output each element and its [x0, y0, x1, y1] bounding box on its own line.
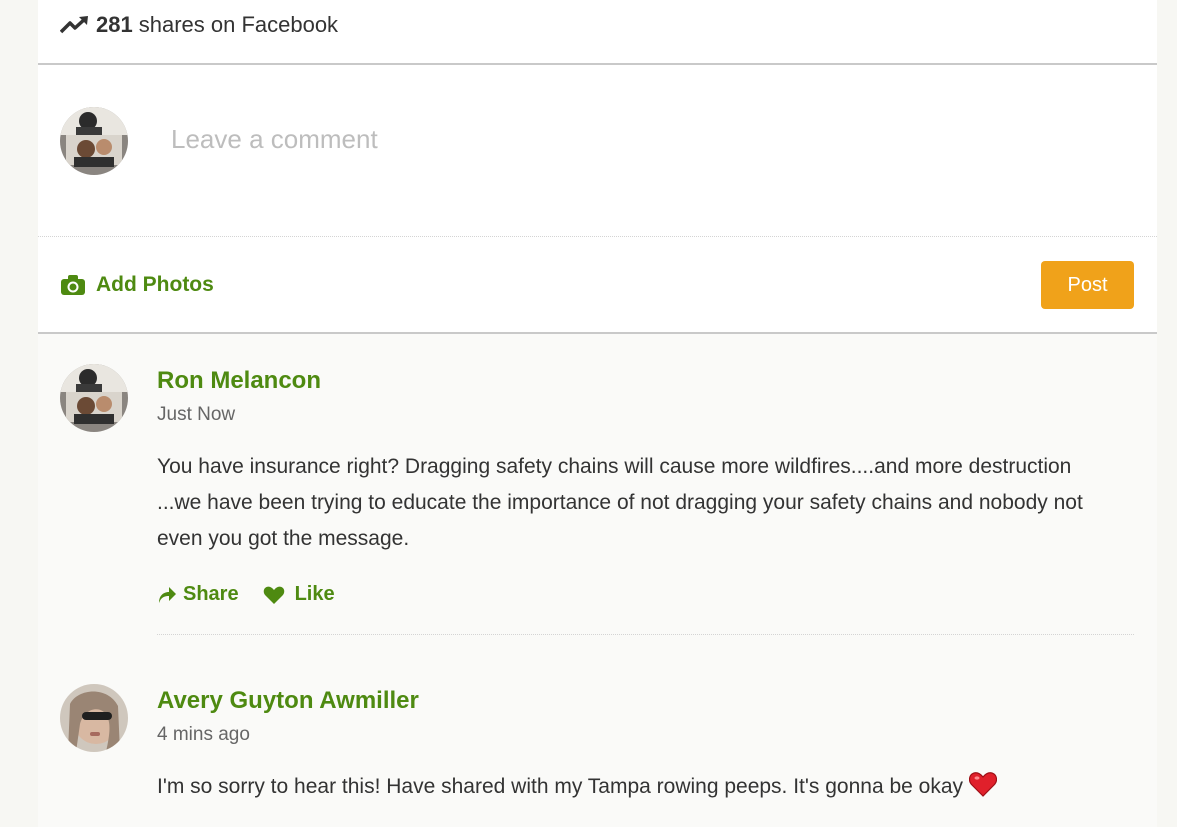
avatar[interactable] [60, 364, 128, 432]
add-photos-button[interactable]: Add Photos [60, 273, 214, 297]
share-stats: 281 shares on Facebook [60, 10, 338, 40]
share-count: 281 [96, 12, 133, 37]
add-photos-label: Add Photos [96, 273, 214, 296]
like-button[interactable]: Like [263, 583, 335, 606]
post-button[interactable]: Post [1041, 261, 1134, 309]
comments-panel: 281 shares on Facebook Leave a comment A… [38, 0, 1157, 827]
share-icon [159, 586, 176, 603]
camera-icon [61, 275, 85, 295]
like-label: Like [294, 583, 335, 605]
red-heart-emoji-icon [969, 772, 998, 797]
comment-timestamp: 4 mins ago [157, 724, 250, 745]
share-label: Share [183, 583, 239, 605]
comment-text: You have insurance right? Dragging safet… [157, 455, 1083, 550]
comment-text: I'm so sorry to hear this! Have shared w… [157, 775, 964, 798]
comment-list: Ron Melancon Just Now You have insurance… [38, 334, 1157, 827]
share-button[interactable]: Share [157, 583, 239, 606]
comment-text-wrapper: I'm so sorry to hear this! Have shared w… [157, 769, 1107, 805]
comment-composer: Add Photos Post [38, 65, 1157, 333]
divider [38, 236, 1157, 237]
trending-up-icon [60, 16, 88, 34]
comment-actions: Share Like [157, 583, 335, 606]
comment-timestamp: Just Now [157, 404, 236, 425]
current-user-avatar [60, 107, 128, 175]
comment-author[interactable]: Avery Guyton Awmiller [157, 687, 419, 715]
comment-author[interactable]: Ron Melancon [157, 367, 321, 395]
heart-icon [263, 586, 284, 604]
divider [157, 634, 1134, 635]
avatar[interactable] [60, 684, 128, 752]
share-label: shares on Facebook [138, 12, 339, 37]
comment-input[interactable] [169, 123, 1073, 156]
